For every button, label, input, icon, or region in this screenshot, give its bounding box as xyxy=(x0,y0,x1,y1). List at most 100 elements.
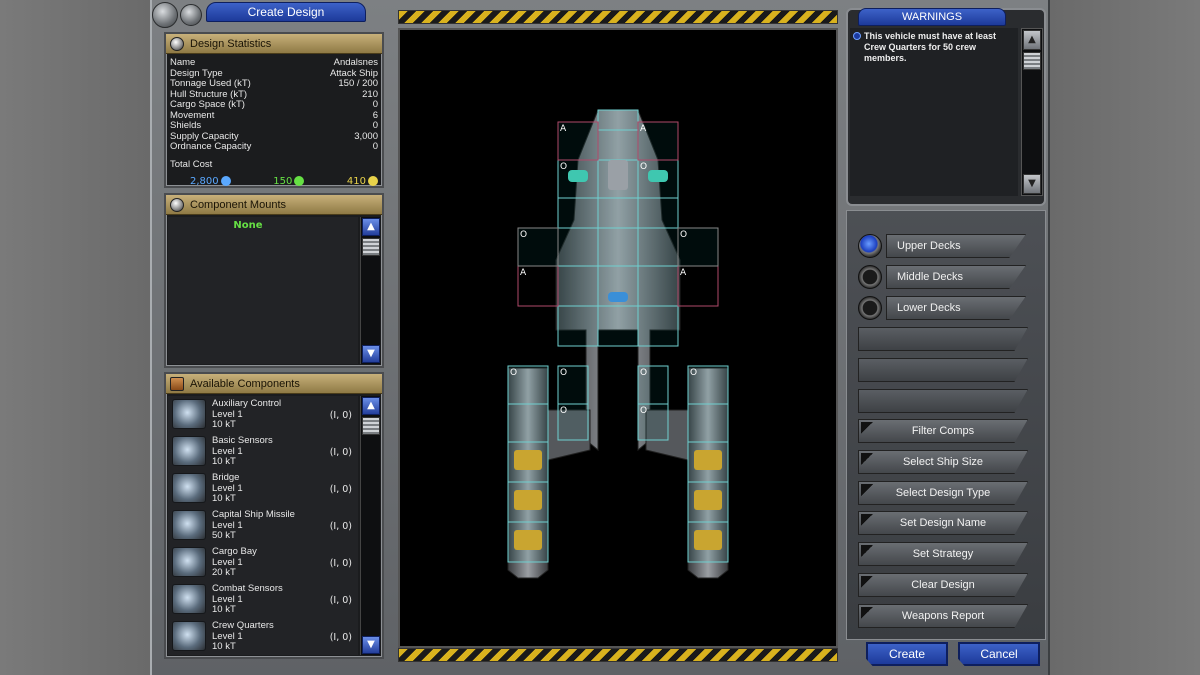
deck-option-lower[interactable]: Lower Decks xyxy=(858,296,1026,320)
slot[interactable] xyxy=(597,109,639,131)
slot[interactable] xyxy=(597,129,639,161)
stat-row-shields: Shields 0 xyxy=(170,120,378,132)
component-name: Basic Sensors xyxy=(212,435,273,446)
scroll-thumb[interactable] xyxy=(362,238,380,256)
stat-label: Name xyxy=(170,57,196,68)
mounts-list[interactable]: None xyxy=(168,217,358,364)
warnings-scrollbar[interactable]: ▲ ▼ xyxy=(1021,28,1043,196)
hazard-stripe-top xyxy=(398,10,838,24)
scroll-down-icon[interactable]: ▼ xyxy=(362,636,380,654)
deck-upper-button[interactable]: Upper Decks xyxy=(886,234,1026,258)
ship-hull-view[interactable]: A A A A O O O O O O O O O O xyxy=(400,30,836,646)
outer-slot-label: O xyxy=(560,368,567,378)
slot[interactable] xyxy=(557,227,599,267)
component-coords: (I, 0) xyxy=(329,410,352,421)
slot[interactable] xyxy=(687,403,729,443)
list-item[interactable]: Auxiliary Control Level 1 10 kT (I, 0) xyxy=(168,396,358,433)
clear-design-button[interactable]: Clear Design xyxy=(858,573,1028,597)
slot[interactable] xyxy=(637,197,679,229)
component-size: 10 kT xyxy=(212,419,236,430)
radio-selected-icon[interactable] xyxy=(858,234,882,258)
total-cost-label: Total Cost xyxy=(170,158,213,170)
cost-organics: 150 xyxy=(273,176,305,187)
component-name: Combat Sensors xyxy=(212,583,283,594)
hazard-stripe-bottom xyxy=(398,648,838,662)
slot[interactable] xyxy=(637,265,679,307)
scroll-up-icon[interactable]: ▲ xyxy=(362,397,380,415)
select-design-type-button[interactable]: Select Design Type xyxy=(858,481,1028,505)
select-ship-size-button[interactable]: Select Ship Size xyxy=(858,450,1028,474)
component-name: Bridge xyxy=(212,472,240,483)
info-icon xyxy=(170,36,184,51)
missile-icon xyxy=(172,510,206,540)
component-text: Basic Sensors Level 1 10 kT xyxy=(212,435,330,468)
component-name: Crew Quarters xyxy=(212,620,274,631)
scroll-up-icon[interactable]: ▲ xyxy=(1023,30,1041,50)
crate-icon xyxy=(170,376,184,391)
outer-slot-label: O xyxy=(640,368,647,378)
outer-slot-label: O xyxy=(560,162,567,172)
scroll-down-icon[interactable]: ▼ xyxy=(362,345,380,363)
window-title: Create Design xyxy=(206,2,366,22)
organics-icon xyxy=(294,176,305,186)
list-item[interactable]: Crew Quarters Level 1 10 kT (I, 0) xyxy=(168,618,358,655)
deck-option-middle[interactable]: Middle Decks xyxy=(858,265,1026,289)
radio-icon[interactable] xyxy=(858,296,882,320)
weapons-report-button[interactable]: Weapons Report xyxy=(858,604,1028,628)
stat-value: 0 xyxy=(372,120,378,131)
engine-component-icon xyxy=(514,450,542,470)
list-item[interactable]: Bridge Level 1 10 kT (I, 0) xyxy=(168,470,358,507)
slot[interactable] xyxy=(507,403,549,443)
outer-slot-label: O xyxy=(510,368,517,378)
radio-icon[interactable] xyxy=(858,265,882,289)
slot[interactable] xyxy=(557,265,599,307)
slot[interactable] xyxy=(597,197,639,229)
create-button[interactable]: Create xyxy=(866,642,948,666)
cargo-bay-icon xyxy=(172,547,206,577)
cancel-button[interactable]: Cancel xyxy=(958,642,1040,666)
slot[interactable] xyxy=(597,227,639,267)
cost-radioactives: 410 xyxy=(347,176,378,187)
components-list[interactable]: Auxiliary Control Level 1 10 kT (I, 0) Basi… xyxy=(168,396,358,655)
list-item[interactable]: Combat Sensors Level 1 10 kT (I, 0) xyxy=(168,581,358,618)
slot[interactable] xyxy=(597,305,639,347)
set-strategy-button[interactable]: Set Strategy xyxy=(858,542,1028,566)
scroll-thumb[interactable] xyxy=(362,417,380,435)
set-design-name-button[interactable]: Set Design Name xyxy=(858,511,1028,535)
scroll-up-icon[interactable]: ▲ xyxy=(362,218,380,236)
scroll-down-icon[interactable]: ▼ xyxy=(1023,174,1041,194)
outer-slot-label: O xyxy=(680,230,687,240)
armor-slot-label: A xyxy=(520,268,527,278)
list-item[interactable]: Basic Sensors Level 1 10 kT (I, 0) xyxy=(168,433,358,470)
mounts-scrollbar[interactable]: ▲ ▼ xyxy=(360,217,380,364)
minerals-icon xyxy=(220,176,231,186)
list-item[interactable]: Cargo Bay Level 1 20 kT (I, 0) xyxy=(168,544,358,581)
menu-orb-icon[interactable] xyxy=(152,2,178,28)
warnings-title: WARNINGS xyxy=(858,8,1006,26)
components-scrollbar[interactable]: ▲ ▼ xyxy=(360,396,380,655)
component-text: Cargo Bay Level 1 20 kT xyxy=(212,546,330,579)
component-text: Capital Ship Missile Level 1 50 kT xyxy=(212,509,330,542)
deck-option-upper[interactable]: Upper Decks xyxy=(858,234,1026,258)
bridge-component-icon xyxy=(608,160,628,190)
component-size: 10 kT xyxy=(212,493,236,504)
component-icon xyxy=(648,170,668,182)
help-orb-icon[interactable] xyxy=(180,4,202,26)
stat-value: 0 xyxy=(372,141,378,152)
slot[interactable] xyxy=(557,305,599,347)
slot[interactable] xyxy=(637,227,679,267)
component-size: 20 kT xyxy=(212,567,236,578)
filter-comps-button[interactable]: Filter Comps xyxy=(858,419,1028,443)
blank-button xyxy=(858,389,1028,413)
ship-design-viewport[interactable]: A A A A O O O O O O O O O O xyxy=(398,28,838,648)
cost-minerals-value: 2,800 xyxy=(190,176,219,187)
deck-lower-button[interactable]: Lower Decks xyxy=(886,296,1026,320)
blank-button xyxy=(858,358,1028,382)
scroll-thumb[interactable] xyxy=(1023,52,1041,70)
stat-row-movement: Movement 6 xyxy=(170,110,378,122)
slot[interactable] xyxy=(557,197,599,229)
component-coords: (I, 0) xyxy=(329,632,352,643)
deck-middle-button[interactable]: Middle Decks xyxy=(886,265,1026,289)
slot[interactable] xyxy=(637,305,679,347)
list-item[interactable]: Capital Ship Missile Level 1 50 kT (I, 0) xyxy=(168,507,358,544)
